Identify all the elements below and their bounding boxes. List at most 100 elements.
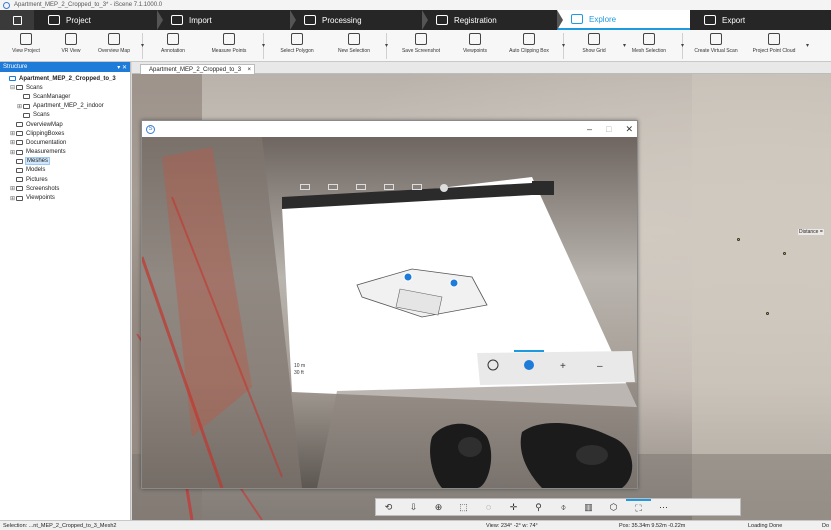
show-grid-button[interactable]: Show Grid ▾ (568, 30, 626, 62)
tree-item-apartment-mep-2-indoor[interactable]: ⊞ Apartment_MEP_2_indoor (0, 102, 130, 111)
status-trailing: Do (822, 523, 830, 529)
maximize-button[interactable]: □ (606, 124, 611, 135)
vr-camera-icon[interactable] (412, 184, 422, 190)
tree-item-documentation[interactable]: ⊞ Documentation (0, 138, 130, 147)
tab-export[interactable]: Export (690, 10, 831, 30)
project-point-cloud-button[interactable]: Project Point Cloud ▾ (745, 30, 809, 62)
tree-item-scans[interactable]: ⊟ Scans (0, 83, 130, 92)
vr-layers-icon[interactable] (356, 184, 366, 190)
tree-expander-icon[interactable]: ⊞ (9, 149, 16, 156)
tree-expander-icon[interactable]: ⊞ (9, 139, 16, 146)
tree-expander-icon[interactable]: ⊞ (16, 103, 23, 110)
tree-item-clippingboxes[interactable]: ⊞ ClippingBoxes (0, 129, 130, 138)
fullscreen-icon: ⛶ (635, 502, 642, 513)
tab-registration[interactable]: Registration (422, 10, 563, 30)
tree-expander-icon[interactable]: ⊞ (9, 195, 16, 202)
clip-button[interactable]: ⌽ (551, 499, 576, 515)
tree-item-scans[interactable]: Scans (0, 111, 130, 120)
camera-icon (415, 33, 427, 45)
select-polygon-button[interactable]: Select Polygon (268, 30, 326, 62)
overview-map-button[interactable]: Overview Map ▾ (90, 30, 144, 62)
tree-expander-icon[interactable]: ⊟ (9, 84, 16, 91)
tree-expander-icon[interactable]: ⊞ (9, 130, 16, 137)
vr-measure-icon[interactable] (384, 184, 394, 190)
tab-project-view[interactable]: Apartment_MEP_2_Cropped_to_3 × (140, 64, 255, 74)
tool-label: Mesh Selection (631, 48, 667, 54)
tool-label: Select Polygon (280, 48, 314, 54)
viewpoints-icon (469, 33, 481, 45)
close-button[interactable]: ✕ (625, 124, 633, 135)
window-titlebar: Apartment_MEP_2_Cropped_to_3* - iScene 7… (0, 0, 831, 10)
measure-point[interactable] (783, 252, 786, 255)
vr-home-icon[interactable] (300, 184, 310, 190)
ruler-icon: ⚲ (535, 501, 542, 512)
view-project-button[interactable]: View Project (0, 30, 52, 62)
pan-button[interactable]: ⬚ (451, 499, 476, 515)
chevron-down-icon[interactable]: ▾ (141, 42, 144, 49)
orbit-button[interactable]: ⟲ (376, 499, 401, 515)
tree-item-overviewmap[interactable]: OverviewMap (0, 120, 130, 129)
zoom-button[interactable]: ⊕ (426, 499, 451, 515)
tree-item-meshes[interactable]: Meshes (0, 157, 130, 166)
walk-button[interactable]: ⇩ (401, 499, 426, 515)
cube-view-button[interactable]: ⬡ (601, 499, 626, 515)
registration-icon (436, 15, 448, 25)
save-screenshot-button[interactable]: Save Screenshot (391, 30, 451, 62)
create-virtual-scan-button[interactable]: Create Virtual Scan (687, 30, 745, 62)
vr-view-button[interactable]: VR View (52, 30, 90, 62)
tree-item-measurements[interactable]: ⊞ Measurements (0, 148, 130, 157)
new-selection-icon (348, 33, 360, 45)
import-icon (171, 15, 183, 25)
save-icon (12, 15, 22, 25)
panel-pin-icon[interactable]: ▾ ✕ (117, 64, 127, 71)
status-view: View: 234° -2° w: 74° (486, 523, 538, 529)
measure-tool-button[interactable]: ⚲ (526, 499, 551, 515)
tree-item-pictures[interactable]: Pictures (0, 175, 130, 184)
minimize-button[interactable]: – (587, 124, 592, 135)
tree-item-scanmanager[interactable]: ScanManager (0, 92, 130, 101)
structure-panel-title: Structure (3, 64, 28, 70)
measure-point[interactable] (766, 312, 769, 315)
chevron-down-icon[interactable]: ▾ (681, 42, 684, 49)
tab-processing[interactable]: Processing (290, 10, 428, 30)
tree-item-apartment-mep-2-cropped-to-3[interactable]: Apartment_MEP_2_Cropped_to_3 (0, 74, 130, 83)
chevron-down-icon[interactable]: ▾ (385, 42, 388, 49)
measure-point[interactable] (737, 238, 740, 241)
mesh-selection-button[interactable]: Mesh Selection ▾ (620, 30, 684, 62)
tool-label: Auto Clipping Box (509, 48, 549, 54)
new-selection-button[interactable]: New Selection ▾ (326, 30, 388, 62)
vr-help-icon[interactable] (440, 184, 448, 192)
tree-item-models[interactable]: Models (0, 166, 130, 175)
vr-view-window[interactable]: S – □ ✕ + – 10 m 30 ft VIVE (141, 120, 638, 489)
export-icon (704, 15, 716, 25)
tree-item-viewpoints[interactable]: ⊞ Viewpoints (0, 193, 130, 202)
tab-import[interactable]: Import (157, 10, 296, 30)
save-button[interactable] (0, 10, 34, 30)
tab-explore[interactable]: Explore (557, 10, 690, 30)
chevron-down-icon[interactable]: ▾ (262, 42, 265, 49)
app-logo-icon (3, 1, 10, 9)
vr-map-icon[interactable] (328, 184, 338, 190)
tab-project[interactable]: Project (34, 10, 163, 30)
annotation-button[interactable]: Annotation (147, 30, 199, 62)
app-logo-icon: S (146, 124, 155, 134)
lasso-button[interactable]: ◌ (476, 499, 501, 515)
chevron-down-icon[interactable]: ▾ (562, 42, 565, 49)
chevron-down-icon[interactable]: ▾ (806, 42, 809, 49)
fullscreen-button[interactable]: ⛶ (626, 499, 651, 515)
structure-tree: Apartment_MEP_2_Cropped_to_3 ⊟ Scans ScanMa… (0, 72, 130, 203)
tree-item-label: Apartment_MEP_2_indoor (33, 103, 104, 110)
tree-item-label: ScanManager (33, 93, 71, 100)
scale-metric: 10 m (294, 363, 306, 369)
cube-icon (20, 33, 32, 45)
folder-icon (16, 177, 23, 183)
tab-close-icon[interactable]: × (247, 67, 251, 73)
tree-expander-icon[interactable]: ⊞ (9, 185, 16, 192)
target-button[interactable]: ✛ (501, 499, 526, 515)
more-options-button[interactable]: ⋯ (651, 499, 676, 515)
tree-item-screenshots[interactable]: ⊞ Screenshots (0, 184, 130, 193)
viewpoints-button[interactable]: Viewpoints (451, 30, 499, 62)
layers-button[interactable]: ▥ (576, 499, 601, 515)
measure-points-button[interactable]: Measure Points ▾ (199, 30, 265, 62)
auto-clipping-box-button[interactable]: Auto Clipping Box ▾ (499, 30, 565, 62)
